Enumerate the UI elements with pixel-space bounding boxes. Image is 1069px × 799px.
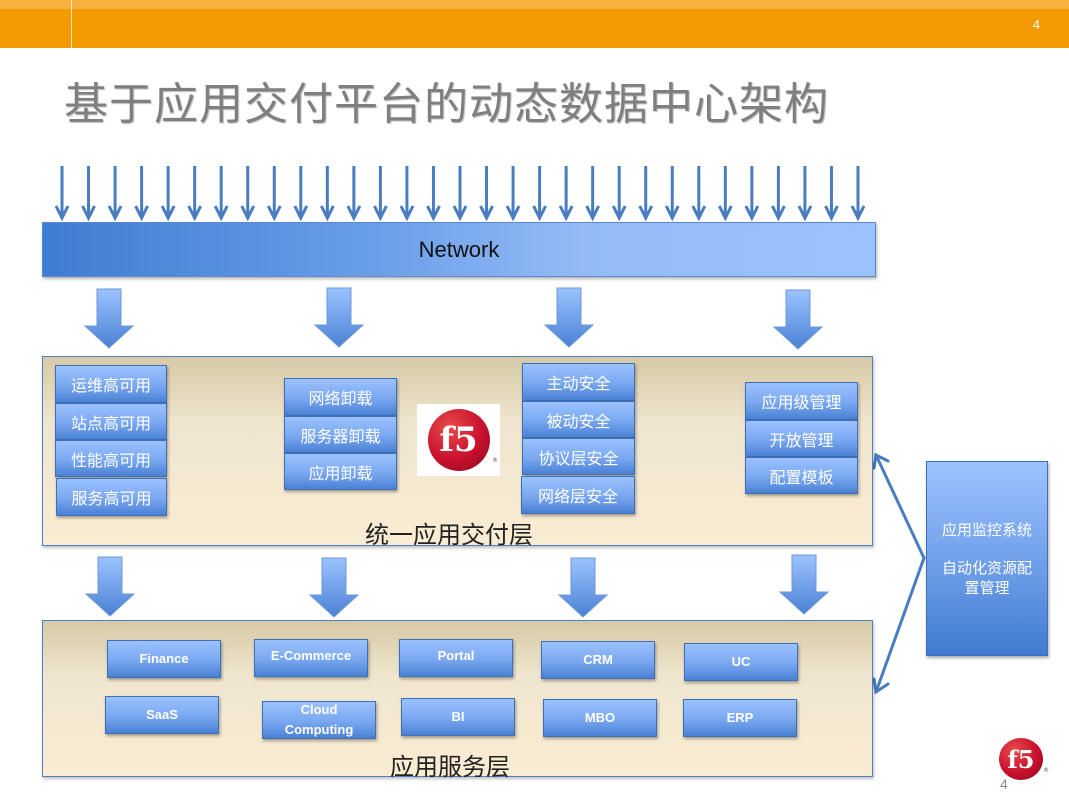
down-arrow-icon	[84, 556, 136, 617]
feature-box: 被动安全	[522, 401, 635, 438]
incoming-arrow-icon	[479, 166, 494, 222]
app-box: MBO	[543, 699, 657, 737]
app-box: E-Commerce	[254, 639, 368, 677]
network-label: Network	[418, 236, 500, 262]
incoming-arrow-icon	[160, 166, 176, 222]
app-box: Cloud Computing	[262, 701, 376, 739]
incoming-arrow-icon	[266, 166, 282, 222]
incoming-arrow-icon	[771, 166, 786, 222]
incoming-arrow-icon	[744, 166, 760, 222]
incoming-arrow-icon	[505, 166, 521, 222]
down-arrow-icon	[557, 557, 609, 618]
delivery-layer-label: 统一应用交付层	[365, 521, 533, 549]
app-box: UC	[684, 643, 798, 681]
incoming-arrow-icon	[319, 166, 335, 222]
registered-mark: ®	[492, 457, 498, 464]
feature-box: 服务器卸载	[284, 416, 397, 453]
down-arrow-icon	[83, 288, 135, 349]
incoming-arrow-icon	[850, 166, 866, 222]
incoming-arrow-icon	[373, 166, 388, 222]
network-to-delivery-arrows	[83, 287, 824, 350]
app-box: CRM	[541, 641, 655, 679]
page-number-bottom: 4	[1000, 776, 1008, 792]
incoming-arrow-icon	[638, 166, 654, 222]
incoming-arrows	[54, 166, 866, 222]
down-arrow-icon	[308, 557, 360, 618]
incoming-arrow-icon	[532, 166, 547, 222]
feature-box: 配置模板	[745, 457, 858, 494]
incoming-arrow-icon	[558, 166, 574, 222]
down-arrow-icon	[778, 554, 830, 615]
network-bar: Network	[42, 222, 876, 277]
down-arrow-icon	[313, 287, 365, 348]
app-box: Portal	[399, 639, 513, 677]
incoming-arrow-icon	[107, 166, 123, 222]
app-box: BI	[401, 698, 515, 736]
incoming-arrow-icon	[213, 166, 229, 222]
management-system-box: 应用监控系统 自动化资源配置管理	[926, 461, 1048, 656]
incoming-arrow-icon	[293, 166, 309, 222]
incoming-arrow-icon	[611, 166, 627, 222]
feature-box: 开放管理	[745, 420, 858, 457]
app-box: SaaS	[105, 696, 219, 734]
bidirectional-arrow-icon	[872, 452, 926, 695]
app-box: ERP	[683, 699, 797, 737]
incoming-arrow-icon	[134, 166, 149, 222]
f5-logo-icon: f5	[999, 738, 1043, 780]
feature-box: 应用卸载	[284, 453, 397, 490]
incoming-arrow-icon	[691, 166, 707, 222]
incoming-arrow-icon	[452, 166, 468, 222]
f5-logo-text: f5	[1007, 744, 1035, 774]
down-arrow-icon	[772, 289, 824, 350]
feature-box: 性能高可用	[55, 440, 167, 477]
incoming-arrow-icon	[585, 166, 601, 222]
app-box: Finance	[107, 640, 221, 678]
f5-logo-text: f5	[439, 420, 478, 460]
down-arrow-icon	[543, 287, 595, 348]
f5-logo-icon: f5	[427, 409, 490, 471]
incoming-arrow-icon	[240, 166, 256, 222]
incoming-arrow-icon	[426, 166, 441, 222]
feature-box: 服务高可用	[56, 478, 167, 516]
feature-box: 协议层安全	[522, 438, 635, 475]
feature-box: 主动安全	[522, 363, 635, 401]
incoming-arrow-icon	[187, 166, 203, 222]
incoming-arrow-icon	[664, 166, 680, 222]
feature-box: 运维高可用	[55, 365, 167, 403]
incoming-arrow-icon	[399, 166, 415, 222]
incoming-arrow-icon	[54, 166, 70, 222]
registered-mark: ®	[1043, 767, 1049, 774]
feature-box: 网络层安全	[521, 476, 635, 514]
service-layer-label: 应用服务层	[390, 753, 510, 781]
automation-label: 自动化资源配置管理	[941, 559, 1032, 597]
delivery-to-service-arrows	[84, 554, 830, 618]
f5-logo: f5 ®	[417, 404, 500, 476]
incoming-arrow-icon	[717, 166, 733, 222]
monitoring-label: 应用监控系统	[941, 521, 1032, 539]
incoming-arrow-icon	[81, 166, 96, 222]
incoming-arrow-icon	[346, 166, 362, 222]
incoming-arrow-icon	[797, 166, 813, 222]
feature-box: 站点高可用	[55, 403, 167, 440]
feature-box: 应用级管理	[745, 382, 858, 420]
footer-f5-logo: f5 ®	[999, 738, 1049, 780]
feature-box: 网络卸载	[284, 378, 397, 416]
incoming-arrow-icon	[824, 166, 839, 222]
